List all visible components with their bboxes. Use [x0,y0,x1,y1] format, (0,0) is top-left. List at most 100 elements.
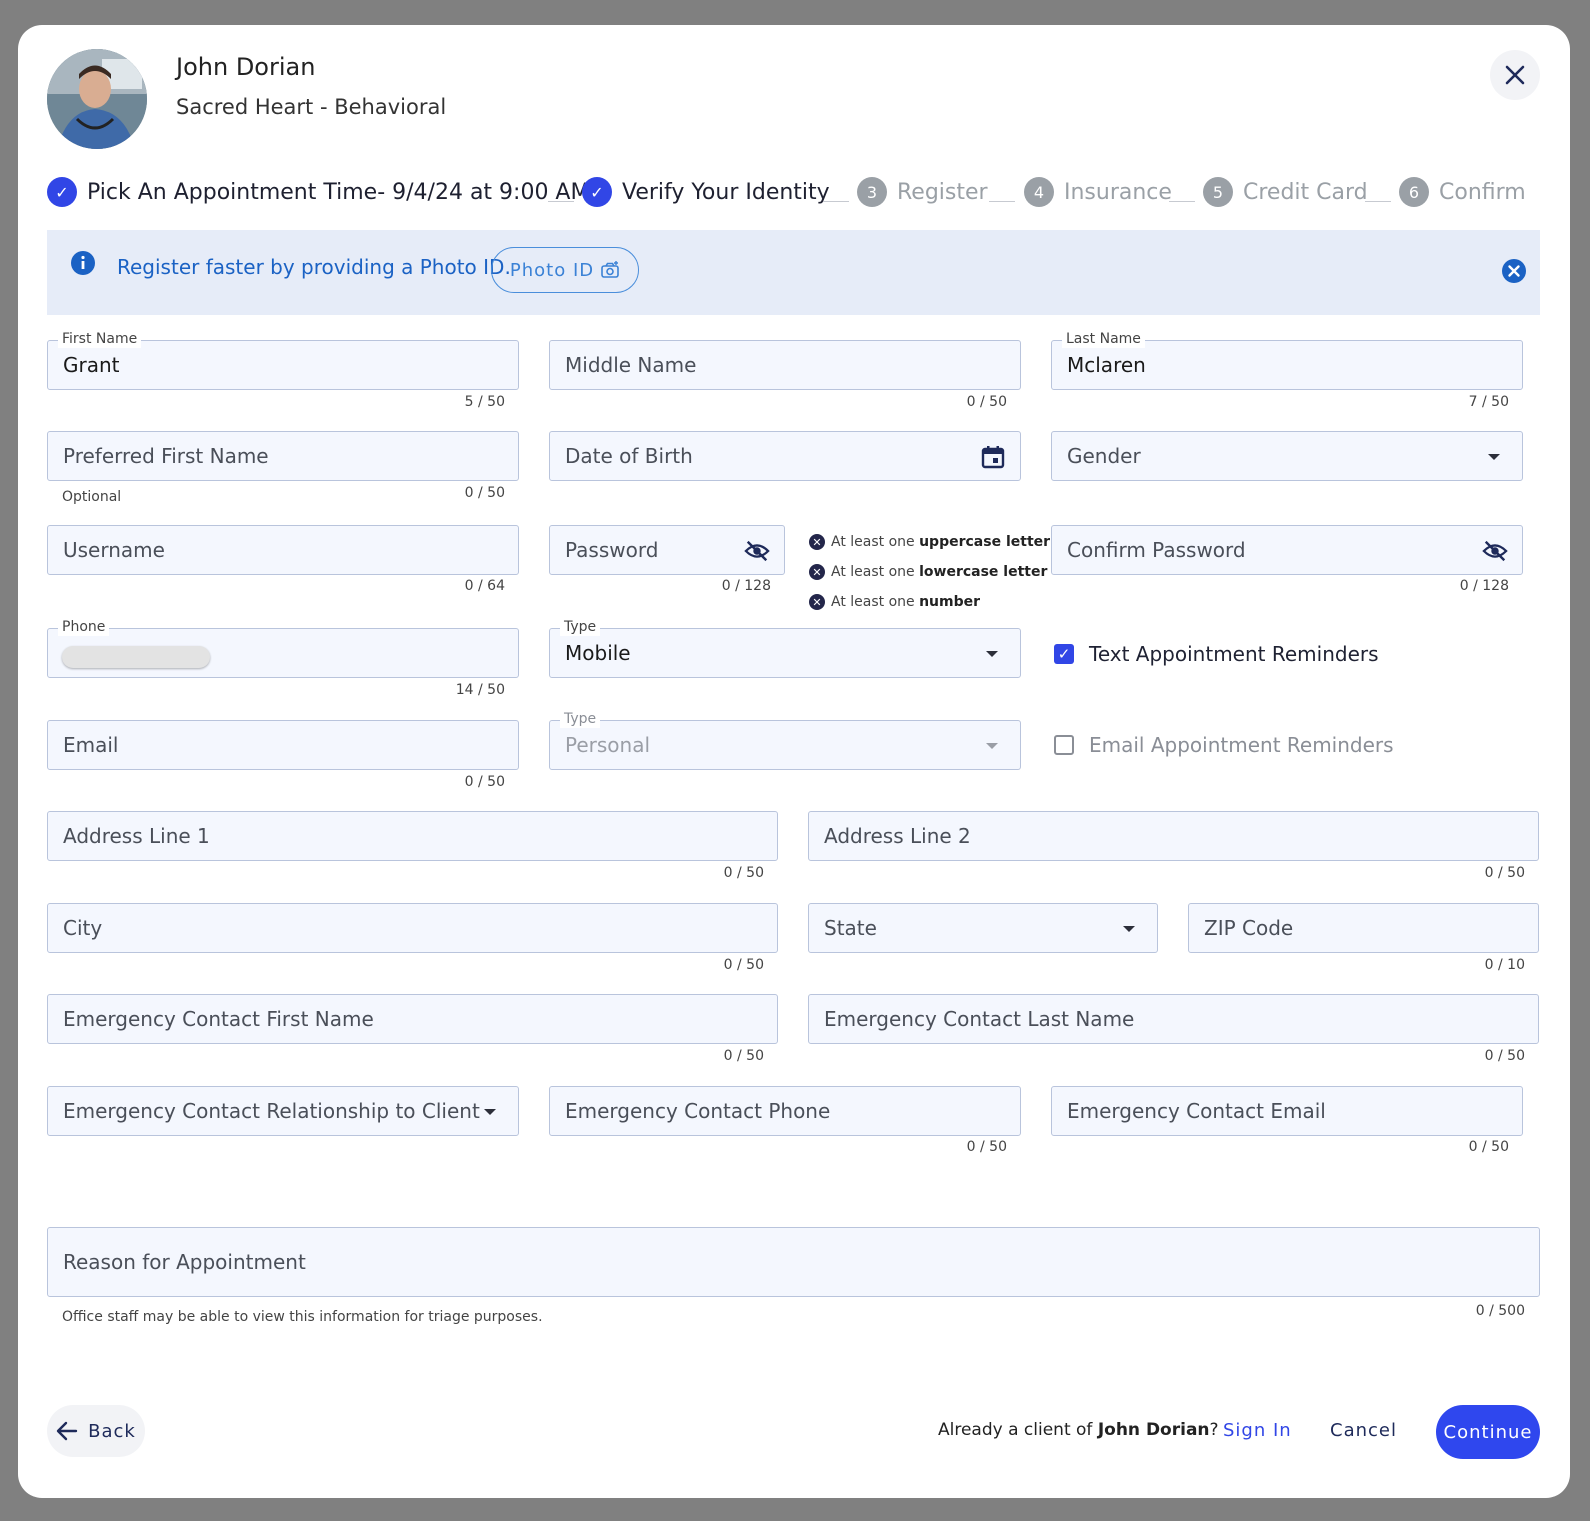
text-reminders-checkbox[interactable]: ✓ Text Appointment Reminders [1054,642,1379,666]
middle-name-field[interactable]: Middle Name [549,340,1021,390]
gender-select[interactable]: Gender [1051,431,1523,481]
step-separator [823,201,849,202]
password-rule: ✕ At least one lowercase letter [809,564,1047,580]
email-placeholder: Email [63,733,119,757]
last-name-field[interactable]: Last Name Mclaren [1051,330,1523,390]
phone-type-select[interactable]: Type Mobile [549,618,1021,678]
username-field[interactable]: Username [47,525,519,575]
emergency-contact-last-name-counter: 0 / 50 [1484,1048,1525,1064]
photo-id-button[interactable]: Photo ID [491,247,639,293]
email-reminders-checkbox[interactable]: Email Appointment Reminders [1054,733,1394,757]
emergency-contact-first-name-counter: 0 / 50 [723,1048,764,1064]
step-number: 3 [857,177,887,207]
last-name-label: Last Name [1062,330,1145,348]
phone-counter: 14 / 50 [455,682,505,698]
rule-emphasis: lowercase letter [919,564,1048,580]
emergency-contact-phone-field[interactable]: Emergency Contact Phone [549,1086,1021,1136]
reason-counter: 0 / 500 [1475,1303,1525,1319]
emergency-contact-relationship-select[interactable]: Emergency Contact Relationship to Client [47,1086,519,1136]
date-of-birth-field[interactable]: Date of Birth [549,431,1021,481]
emergency-contact-first-name-field[interactable]: Emergency Contact First Name [47,994,778,1044]
state-select[interactable]: State [808,903,1158,953]
address-line-1-field[interactable]: Address Line 1 [47,811,778,861]
first-name-value: Grant [63,353,120,377]
dismiss-banner-icon[interactable] [1501,258,1527,284]
middle-name-placeholder: Middle Name [565,353,697,377]
cancel-button[interactable]: Cancel [1330,1420,1397,1441]
step-number: 6 [1399,177,1429,207]
first-name-field[interactable]: First Name Grant [47,330,519,390]
zip-code-field[interactable]: ZIP Code [1188,903,1539,953]
reason-for-appointment-field[interactable]: Reason for Appointment [47,1227,1540,1297]
close-button[interactable] [1490,50,1540,100]
already-provider-name: John Dorian [1097,1420,1210,1440]
email-type-select[interactable]: Type Personal [549,710,1021,770]
address-line-1-counter: 0 / 50 [723,865,764,881]
preferred-first-name-field[interactable]: Preferred First Name [47,431,519,481]
checkbox-unchecked-icon [1054,735,1074,755]
calendar-icon[interactable] [980,444,1006,470]
step-label: Confirm [1439,179,1526,205]
emergency-contact-first-name-placeholder: Emergency Contact First Name [63,1007,374,1031]
email-type-label: Type [560,710,601,728]
rule-emphasis: number [919,594,981,610]
city-placeholder: City [63,916,103,940]
emergency-contact-relationship-placeholder: Emergency Contact Relationship to Client [63,1099,480,1123]
address-line-2-field[interactable]: Address Line 2 [808,811,1539,861]
first-name-counter: 5 / 50 [464,394,505,410]
step-label: Credit Card [1243,179,1368,205]
last-name-counter: 7 / 50 [1468,394,1509,410]
step-number: 4 [1024,177,1054,207]
back-button[interactable]: Back [47,1405,145,1457]
city-field[interactable]: City [47,903,778,953]
password-field[interactable]: Password [549,525,785,575]
step-confirm: 6 Confirm [1399,176,1526,208]
middle-name-counter: 0 / 50 [966,394,1007,410]
last-name-value: Mclaren [1067,353,1146,377]
emergency-contact-last-name-field[interactable]: Emergency Contact Last Name [808,994,1539,1044]
phone-field[interactable]: Phone [47,618,519,678]
city-counter: 0 / 50 [723,957,764,973]
arrow-left-icon [56,1421,78,1441]
username-placeholder: Username [63,538,165,562]
back-label: Back [88,1420,136,1442]
confirm-password-field[interactable]: Confirm Password [1051,525,1523,575]
confirm-password-placeholder: Confirm Password [1067,538,1246,562]
provider-organization: Sacred Heart - Behavioral [176,95,447,119]
step-separator [548,201,574,202]
password-placeholder: Password [565,538,659,562]
chevron-down-icon [986,651,998,657]
step-credit-card: 5 Credit Card [1203,176,1368,208]
reason-hint: Office staff may be able to view this in… [62,1309,543,1325]
chevron-down-icon [484,1109,496,1115]
state-placeholder: State [824,916,877,940]
already-suffix: ? [1209,1420,1219,1440]
step-number: 5 [1203,177,1233,207]
step-verify-identity[interactable]: ✓ Verify Your Identity [582,176,830,208]
checkbox-checked-icon: ✓ [1054,644,1074,664]
password-rule: ✕ At least one number [809,594,980,610]
email-type-value: Personal [565,733,651,757]
step-separator [1169,201,1195,202]
already-prefix: Already a client of [938,1420,1098,1440]
check-icon: ✓ [582,177,612,207]
registration-dialog: John Dorian Sacred Heart - Behavioral ✓ … [18,25,1570,1498]
email-field[interactable]: Email [47,720,519,770]
sign-in-button[interactable]: Sign In [1223,1420,1292,1441]
text-reminders-label: Text Appointment Reminders [1089,642,1379,666]
eye-off-icon[interactable] [744,538,770,564]
x-circle-icon: ✕ [809,564,825,580]
info-icon [71,251,95,275]
eye-off-icon[interactable] [1482,538,1508,564]
photo-id-button-label: Photo ID [509,259,595,281]
step-pick-appointment[interactable]: ✓ Pick An Appointment Time- 9/4/24 at 9:… [47,176,589,208]
chevron-down-icon [1488,454,1500,460]
emergency-contact-email-placeholder: Emergency Contact Email [1067,1099,1326,1123]
continue-button[interactable]: Continue [1436,1405,1540,1459]
redacted-phone-value [62,646,210,668]
phone-type-label: Type [560,618,601,636]
rule-text: At least one [831,564,920,580]
emergency-contact-email-counter: 0 / 50 [1468,1139,1509,1155]
zip-code-placeholder: ZIP Code [1204,916,1294,940]
emergency-contact-email-field[interactable]: Emergency Contact Email [1051,1086,1523,1136]
